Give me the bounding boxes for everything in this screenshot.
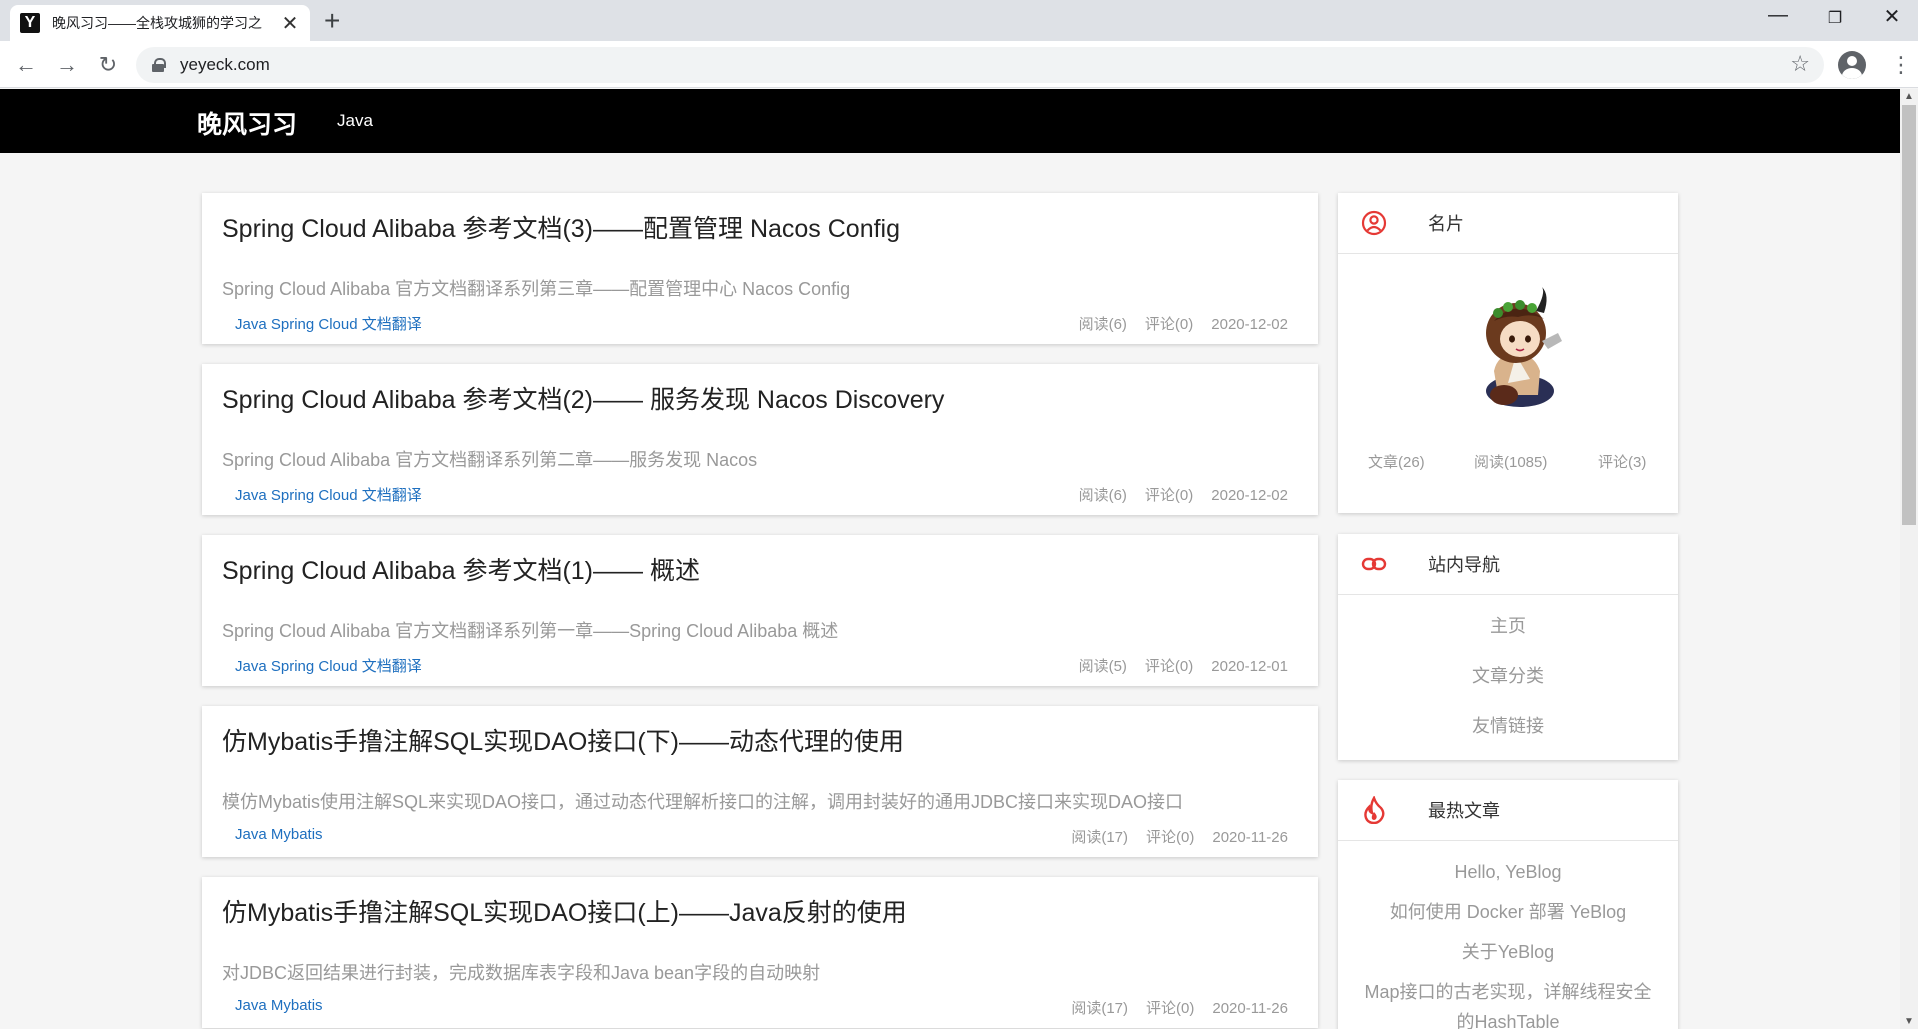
article-title[interactable]: 仿Mybatis手撸注解SQL实现DAO接口(下)——动态代理的使用 [222, 722, 904, 758]
article-card: Spring Cloud Alibaba 参考文档(1)—— 概述 Spring… [202, 535, 1318, 686]
new-tab-button[interactable]: + [324, 5, 340, 37]
nav-link-friends[interactable]: 友情链接 [1338, 711, 1678, 761]
scroll-down-icon[interactable]: ▼ [1904, 1016, 1914, 1027]
minimize-icon[interactable]: — [1758, 4, 1798, 27]
stat-views[interactable]: 阅读(1085) [1474, 451, 1547, 472]
article-title[interactable]: Spring Cloud Alibaba 参考文档(3)——配置管理 Nacos… [222, 209, 900, 245]
article-date: 2020-12-02 [1211, 487, 1288, 504]
profile-icon[interactable] [1838, 51, 1866, 79]
article-views: 阅读(6) [1078, 316, 1127, 333]
forward-icon[interactable]: → [49, 47, 85, 83]
article-views: 阅读(6) [1078, 487, 1127, 504]
article-card: Spring Cloud Alibaba 参考文档(3)——配置管理 Nacos… [202, 193, 1318, 344]
scrollbar-thumb[interactable] [1902, 105, 1916, 525]
browser-tab-bar: Y 晚风习习——全栈攻城狮的学习之 ✕ + — ❐ ✕ [0, 0, 1918, 41]
browser-tab[interactable]: Y 晚风习习——全栈攻城狮的学习之 ✕ [10, 5, 310, 41]
hot-articles-list: Hello, YeBlog 如何使用 Docker 部署 YeBlog 关于Ye… [1338, 841, 1678, 1029]
article-summary: 对JDBC返回结果进行封装，完成数据库表字段和Java bean字段的自动映射 [222, 963, 821, 983]
hot-article-link[interactable]: Hello, YeBlog [1338, 857, 1678, 887]
site-header: 晚风习习 Java [0, 89, 1900, 153]
reload-icon[interactable]: ↻ [90, 47, 126, 83]
favicon-icon: Y [20, 13, 40, 33]
user-circle-icon [1360, 209, 1388, 237]
article-comments: 评论(0) [1144, 316, 1194, 333]
tab-title: 晚风习习——全栈攻城狮的学习之 [52, 15, 262, 31]
article-date: 2020-11-26 [1212, 1000, 1288, 1017]
article-meta: 阅读(5) 评论(0) 2020-12-01 [1061, 655, 1288, 676]
hot-article-link[interactable]: 关于YeBlog [1338, 937, 1678, 967]
article-comments: 评论(0) [1146, 1000, 1195, 1017]
site-brand[interactable]: 晚风习习 [197, 105, 297, 141]
article-comments: 评论(0) [1144, 658, 1194, 675]
hot-article-link[interactable]: Map接口的古老实现，详解线程安全的HashTable [1338, 977, 1678, 1029]
fire-icon [1360, 796, 1388, 824]
navigation-card-header: 站内导航 [1338, 534, 1678, 595]
article-title[interactable]: 仿Mybatis手撸注解SQL实现DAO接口(上)——Java反射的使用 [222, 893, 907, 929]
article-card: 仿Mybatis手撸注解SQL实现DAO接口(上)——Java反射的使用 对JD… [202, 877, 1318, 1028]
article-title[interactable]: Spring Cloud Alibaba 参考文档(2)—— 服务发现 Naco… [222, 380, 944, 416]
stat-comments[interactable]: 评论(3) [1598, 451, 1646, 472]
article-views: 阅读(17) [1071, 1000, 1129, 1017]
hot-articles-card: 最热文章 Hello, YeBlog 如何使用 Docker 部署 YeBlog… [1338, 780, 1678, 1029]
tab-close-icon[interactable]: ✕ [280, 11, 300, 36]
article-date: 2020-12-01 [1211, 658, 1288, 675]
nav-link-home[interactable]: 主页 [1338, 611, 1678, 661]
article-title[interactable]: Spring Cloud Alibaba 参考文档(1)—— 概述 [222, 551, 700, 587]
address-bar[interactable]: yeyeck.com ☆ [136, 47, 1824, 83]
window-close-icon[interactable]: ✕ [1872, 4, 1912, 29]
navigation-card-title: 站内导航 [1428, 555, 1500, 575]
article-comments: 评论(0) [1146, 829, 1195, 846]
article-tags[interactable]: Java Mybatis [235, 997, 323, 1014]
article-views: 阅读(17) [1071, 829, 1129, 846]
profile-card: 名片 文章(26) 阅读(1085) 评论(3) [1338, 193, 1678, 513]
avatar [1458, 283, 1578, 413]
profile-card-title: 名片 [1428, 214, 1464, 234]
article-card: Spring Cloud Alibaba 参考文档(2)—— 服务发现 Naco… [202, 364, 1318, 515]
profile-card-header: 名片 [1338, 193, 1678, 254]
hot-card-header: 最热文章 [1338, 780, 1678, 841]
nav-item-java[interactable]: Java [337, 111, 373, 131]
article-views: 阅读(5) [1078, 658, 1127, 675]
back-icon[interactable]: ← [8, 47, 44, 83]
link-icon [1360, 550, 1388, 578]
site-navigation-card: 站内导航 主页 文章分类 友情链接 [1338, 534, 1678, 760]
article-meta: 阅读(17) 评论(0) 2020-11-26 [1053, 997, 1288, 1018]
article-summary: 模仿Mybatis使用注解SQL来实现DAO接口，通过动态代理解析接口的注解，调… [222, 792, 1184, 812]
article-meta: 阅读(17) 评论(0) 2020-11-26 [1053, 826, 1288, 847]
article-comments: 评论(0) [1144, 487, 1194, 504]
article-tags[interactable]: Java Mybatis [235, 826, 323, 843]
article-list: Spring Cloud Alibaba 参考文档(3)——配置管理 Nacos… [202, 193, 1318, 1029]
menu-icon[interactable]: ⋮ [1890, 51, 1912, 79]
article-tags[interactable]: Java Spring Cloud 文档翻译 [235, 655, 422, 676]
nav-link-categories[interactable]: 文章分类 [1338, 661, 1678, 711]
article-tags[interactable]: Java Spring Cloud 文档翻译 [235, 484, 422, 505]
page-scrollbar[interactable]: ▲ ▼ [1900, 89, 1918, 1029]
navigation-links: 主页 文章分类 友情链接 [1338, 595, 1678, 761]
article-summary: Spring Cloud Alibaba 官方文档翻译系列第一章——Spring… [222, 621, 839, 641]
article-date: 2020-11-26 [1212, 829, 1288, 846]
article-summary: Spring Cloud Alibaba 官方文档翻译系列第三章——配置管理中心… [222, 279, 851, 299]
url-text[interactable]: yeyeck.com [180, 55, 270, 75]
hot-card-title: 最热文章 [1428, 801, 1500, 821]
article-tags[interactable]: Java Spring Cloud 文档翻译 [235, 313, 422, 334]
lock-icon[interactable] [152, 58, 166, 72]
scroll-up-icon[interactable]: ▲ [1904, 91, 1914, 102]
stat-articles[interactable]: 文章(26) [1368, 451, 1425, 472]
hot-article-link[interactable]: 如何使用 Docker 部署 YeBlog [1338, 897, 1678, 927]
star-icon[interactable]: ☆ [1790, 51, 1810, 77]
article-summary: Spring Cloud Alibaba 官方文档翻译系列第二章——服务发现 N… [222, 450, 758, 470]
article-card: 仿Mybatis手撸注解SQL实现DAO接口(下)——动态代理的使用 模仿Myb… [202, 706, 1318, 857]
browser-toolbar: ← → ↻ yeyeck.com ☆ ⋮ [0, 41, 1918, 88]
restore-icon[interactable]: ❐ [1815, 8, 1855, 28]
article-date: 2020-12-02 [1211, 316, 1288, 333]
article-meta: 阅读(6) 评论(0) 2020-12-02 [1061, 313, 1288, 334]
article-meta: 阅读(6) 评论(0) 2020-12-02 [1061, 484, 1288, 505]
